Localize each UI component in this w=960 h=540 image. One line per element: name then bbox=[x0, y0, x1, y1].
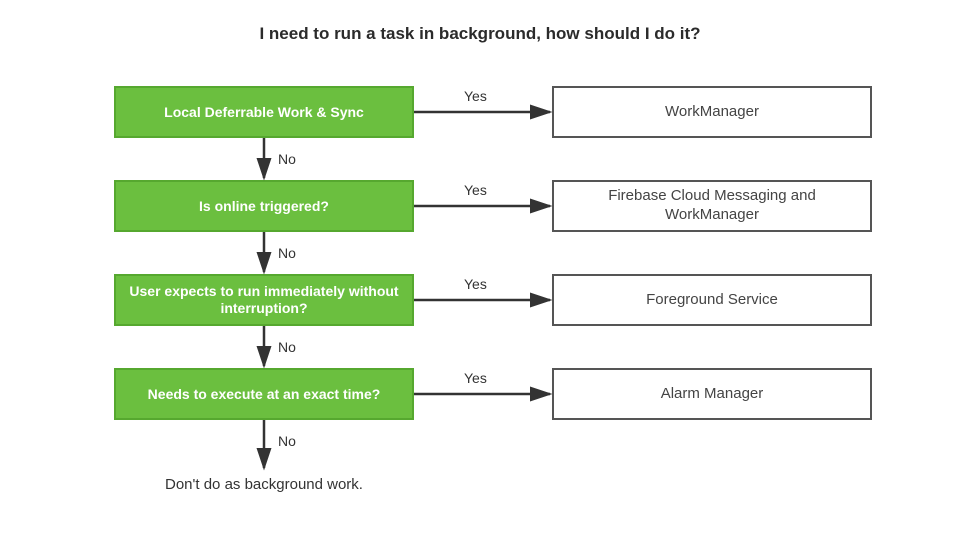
arrow-layer bbox=[0, 0, 960, 540]
final-text: Don't do as background work. bbox=[114, 476, 414, 493]
yes-label-4: Yes bbox=[464, 370, 487, 386]
no-label-1: No bbox=[278, 151, 296, 167]
flowchart-canvas: I need to run a task in background, how … bbox=[0, 0, 960, 540]
diagram-title: I need to run a task in background, how … bbox=[0, 24, 960, 44]
no-label-4: No bbox=[278, 433, 296, 449]
question-box-3: User expects to run immediately without … bbox=[114, 274, 414, 326]
question-box-1: Local Deferrable Work & Sync bbox=[114, 86, 414, 138]
question-box-4: Needs to execute at an exact time? bbox=[114, 368, 414, 420]
yes-label-1: Yes bbox=[464, 88, 487, 104]
yes-label-3: Yes bbox=[464, 276, 487, 292]
no-label-3: No bbox=[278, 339, 296, 355]
answer-box-1: WorkManager bbox=[552, 86, 872, 138]
answer-box-3: Foreground Service bbox=[552, 274, 872, 326]
no-label-2: No bbox=[278, 245, 296, 261]
question-box-2: Is online triggered? bbox=[114, 180, 414, 232]
answer-box-2: Firebase Cloud Messaging and WorkManager bbox=[552, 180, 872, 232]
answer-box-4: Alarm Manager bbox=[552, 368, 872, 420]
yes-label-2: Yes bbox=[464, 182, 487, 198]
